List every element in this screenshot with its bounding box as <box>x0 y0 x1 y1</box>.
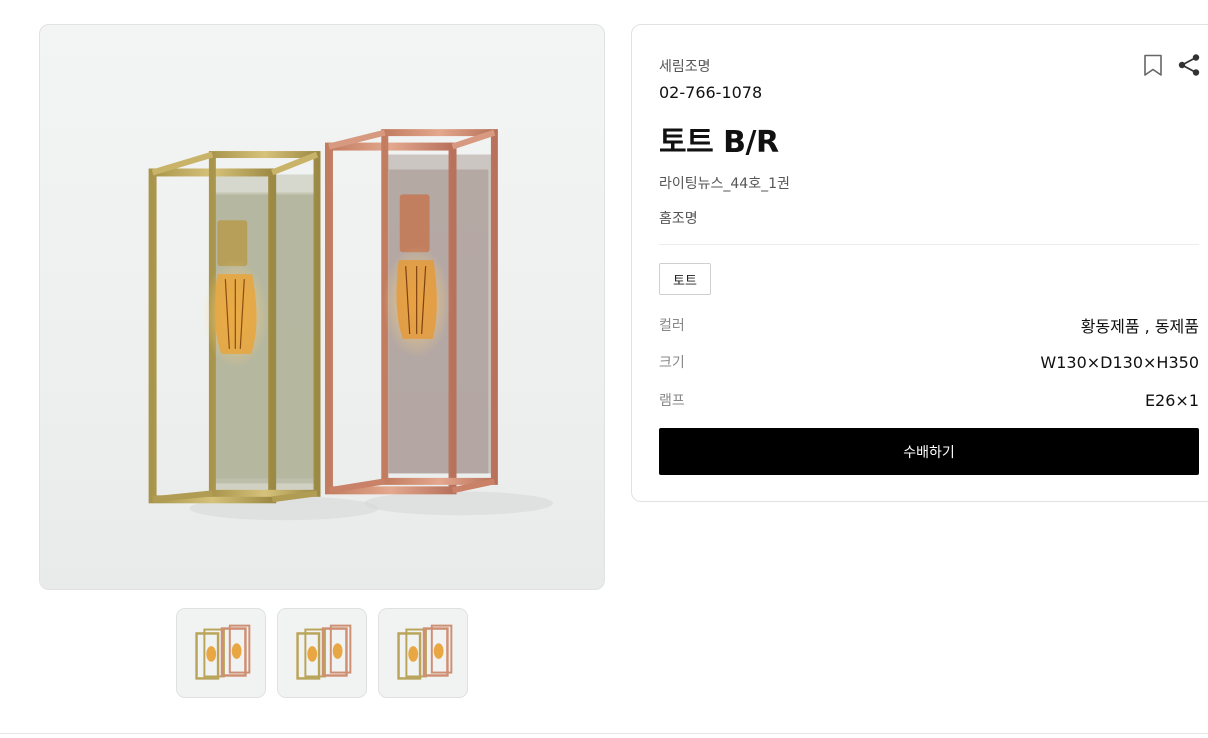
copper-lamp <box>324 129 498 495</box>
spec-label-lamp: 램프 <box>659 393 685 409</box>
thumbnail-3[interactable] <box>378 608 468 698</box>
spec-value-lamp: E26×1 <box>1144 390 1199 410</box>
thumbnail-strip <box>176 608 468 698</box>
divider <box>659 244 1199 245</box>
share-icon[interactable] <box>1177 53 1201 77</box>
product-detail-page: 세림조명 02-766-1078 토트 B/R 라이팅뉴스_44호_1권 홈조명 <box>0 0 1208 738</box>
share-icon-graphic <box>1178 54 1200 76</box>
product-title: 토트 B/R <box>659 125 779 160</box>
brand-name: 세림조명 <box>659 59 711 75</box>
product-info-card: 세림조명 02-766-1078 토트 B/R 라이팅뉴스_44호_1권 홈조명 <box>631 24 1208 502</box>
footer-divider <box>0 733 1208 734</box>
spec-value-color: 황동제품 , 동제품 <box>1080 317 1199 336</box>
thumbnail-image <box>177 609 265 697</box>
magazine-issue: 라이팅뉴스_44호_1권 <box>659 176 790 192</box>
brand-phone: 02-766-1078 <box>659 83 763 102</box>
lamp-illustration <box>148 129 554 521</box>
spec-label-color: 컬러 <box>659 318 685 334</box>
spec-row-color: 컬러 황동제품 , 동제품 <box>659 313 1199 337</box>
order-button[interactable]: 수배하기 <box>659 428 1199 475</box>
action-icons <box>1141 53 1201 77</box>
thumbnail-1[interactable] <box>176 608 266 698</box>
product-category: 홈조명 <box>659 211 698 227</box>
spec-row-lamp: 램프 E26×1 <box>659 390 1199 410</box>
spec-value-size: W130×D130×H350 <box>1040 352 1199 372</box>
spec-row-size: 크기 W130×D130×H350 <box>659 352 1199 372</box>
bookmark-icon[interactable] <box>1141 53 1165 77</box>
product-tag[interactable]: 토트 <box>659 263 711 295</box>
thumbnail-2[interactable] <box>277 608 367 698</box>
thumbnail-image <box>379 609 467 697</box>
brass-lamp <box>148 151 321 504</box>
main-product-image[interactable] <box>39 24 605 590</box>
thumbnail-image <box>278 609 366 697</box>
bookmark-icon-graphic <box>1144 54 1162 76</box>
spec-label-size: 크기 <box>659 355 685 371</box>
